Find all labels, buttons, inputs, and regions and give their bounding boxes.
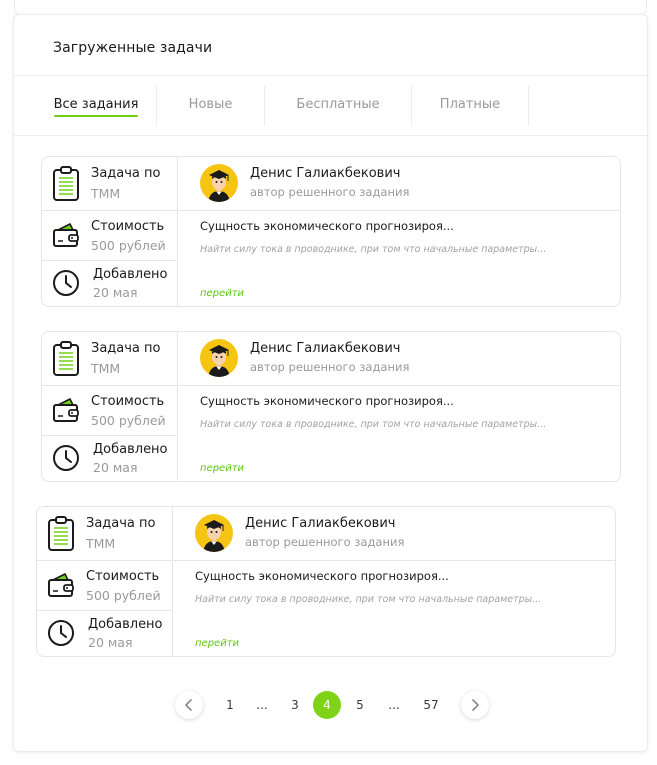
task-title: Сущность экономического прогнозироя... (200, 394, 454, 408)
task-info-column: Задача по ТММ Стоимость 500 рублей Добав… (42, 157, 178, 306)
avatar (200, 339, 238, 377)
page-link[interactable]: 1 (216, 691, 244, 719)
cost-value: 500 рублей (91, 413, 166, 428)
task-description: Найти силу тока в проводнике, при том чт… (195, 594, 542, 605)
cost-label: Стоимость (86, 569, 160, 584)
task-cost-row: Стоимость 500 рублей (42, 385, 177, 435)
tab-all-tasks[interactable]: Все задания (36, 76, 156, 135)
author-role: автор решенного задания (245, 535, 405, 549)
cost-label: Стоимость (91, 219, 165, 234)
go-link[interactable]: перейти (200, 288, 244, 299)
page-link[interactable]: 3 (281, 691, 309, 719)
task-description: Найти силу тока в проводнике, при том чт… (200, 244, 547, 255)
avatar (195, 514, 233, 552)
page-ellipsis: ... (256, 698, 268, 712)
task-label: Задача по (91, 166, 161, 181)
next-page-button[interactable] (461, 691, 489, 719)
task-subject: ТММ (86, 536, 116, 551)
author-name: Денис Галиакбекович (245, 516, 396, 531)
page-link[interactable]: 5 (346, 691, 374, 719)
go-link[interactable]: перейти (195, 638, 239, 649)
task-card[interactable]: Задача по ТММ Стоимость 500 рублей Добав… (36, 506, 616, 657)
task-date-row: Добавлено 20 мая (37, 610, 172, 656)
author-name: Денис Галиакбекович (250, 341, 401, 356)
task-info-column: Задача по ТММ Стоимость 500 рублей Добав… (37, 507, 173, 656)
author-role: автор решенного задания (250, 360, 410, 374)
author-role: автор решенного задания (250, 185, 410, 199)
clock-icon (53, 270, 79, 296)
page-ellipsis: ... (388, 698, 400, 712)
panel-title: Загруженные задачи (53, 40, 213, 56)
cost-label: Стоимость (91, 394, 165, 409)
page-link[interactable]: 57 (417, 691, 445, 719)
added-date: 20 мая (88, 635, 133, 650)
graduate-avatar-icon (203, 520, 225, 552)
chevron-left-icon (185, 699, 192, 711)
task-card[interactable]: Задача по ТММ Стоимость 500 рублей Добав… (41, 331, 621, 482)
cost-value: 500 рублей (86, 588, 161, 603)
tab-divider (528, 86, 529, 126)
task-description: Найти силу тока в проводнике, при том чт… (200, 419, 547, 430)
task-date-row: Добавлено 20 мая (42, 260, 177, 306)
clipboard-icon (53, 166, 79, 201)
task-info-column: Задача по ТММ Стоимость 500 рублей Добав… (42, 332, 178, 481)
clipboard-icon (53, 341, 79, 376)
task-card[interactable]: Задача по ТММ Стоимость 500 рублей Добав… (41, 156, 621, 307)
clock-icon (53, 445, 79, 471)
added-label: Добавлено (93, 267, 168, 282)
task-subject-row: Задача по ТММ (37, 507, 172, 560)
task-date-row: Добавлено 20 мая (42, 435, 177, 481)
task-subject: ТММ (91, 361, 121, 376)
task-content-column: Денис Галиакбекович автор решенного зада… (179, 157, 620, 306)
tab-label: Бесплатные (296, 97, 380, 112)
task-subject-row: Задача по ТММ (42, 157, 177, 210)
task-content-column: Денис Галиакбекович автор решенного зада… (179, 332, 620, 481)
clipboard-icon (48, 516, 74, 551)
author-row: Денис Галиакбекович автор решенного зада… (179, 157, 620, 211)
added-date: 20 мая (93, 460, 138, 475)
task-subject-row: Задача по ТММ (42, 332, 177, 385)
added-label: Добавлено (93, 442, 168, 457)
task-subject: ТММ (91, 186, 121, 201)
wallet-icon (53, 398, 79, 422)
wallet-icon (48, 573, 74, 597)
tab-paid[interactable]: Платные (412, 76, 528, 135)
avatar (200, 164, 238, 202)
tab-free[interactable]: Бесплатные (265, 76, 411, 135)
tab-label: Новые (188, 97, 233, 112)
author-row: Денис Галиакбекович автор решенного зада… (179, 332, 620, 386)
go-link[interactable]: перейти (200, 463, 244, 474)
tab-new[interactable]: Новые (157, 76, 264, 135)
added-label: Добавлено (88, 617, 163, 632)
task-title: Сущность экономического прогнозироя... (200, 219, 454, 233)
wallet-icon (53, 223, 79, 247)
current-page[interactable]: 4 (313, 691, 341, 719)
task-cost-row: Стоимость 500 рублей (42, 210, 177, 260)
task-label: Задача по (91, 341, 161, 356)
pagination: 1 ... 3 4 5 ... 57 (0, 690, 657, 720)
task-label: Задача по (86, 516, 156, 531)
graduate-avatar-icon (208, 345, 230, 377)
clock-icon (48, 620, 74, 646)
author-name: Денис Галиакбекович (250, 166, 401, 181)
task-title: Сущность экономического прогнозироя... (195, 569, 449, 583)
task-content-column: Денис Галиакбекович автор решенного зада… (174, 507, 615, 656)
top-section-edge (14, 0, 647, 15)
added-date: 20 мая (93, 285, 138, 300)
chevron-right-icon (472, 699, 479, 711)
graduate-avatar-icon (208, 170, 230, 202)
prev-page-button[interactable] (175, 691, 203, 719)
cost-value: 500 рублей (91, 238, 166, 253)
author-row: Денис Галиакбекович автор решенного зада… (174, 507, 615, 561)
tabs-bar: Все задания Новые Бесплатные Платные (14, 75, 647, 136)
task-cost-row: Стоимость 500 рублей (37, 560, 172, 610)
tab-label: Платные (439, 97, 501, 112)
tab-label: Все задания (53, 97, 139, 117)
